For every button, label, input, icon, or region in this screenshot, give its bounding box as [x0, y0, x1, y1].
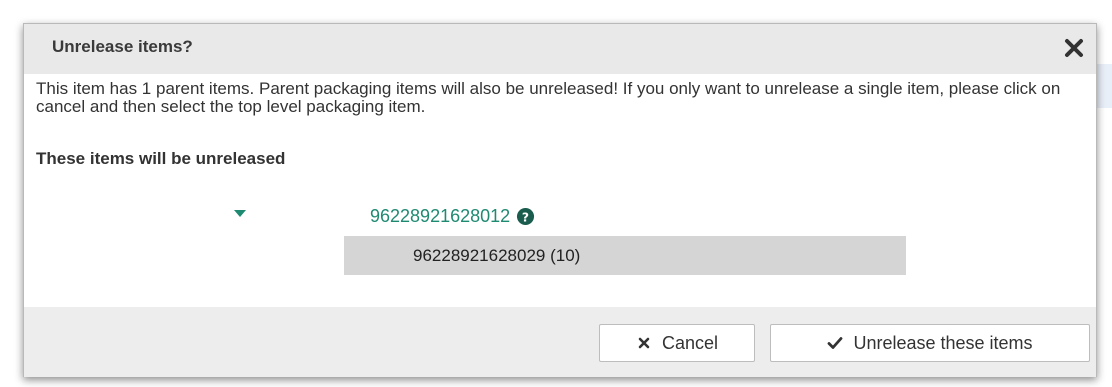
unrelease-button-label: Unrelease these items [853, 332, 1033, 353]
tree-child-item[interactable]: 96228921628029 (10) [344, 236, 906, 275]
question-circle-icon[interactable]: ? [516, 207, 535, 226]
dialog-message: This item has 1 parent items. Parent pac… [36, 79, 1061, 116]
checkmark-icon [828, 337, 843, 349]
unrelease-dialog: Unrelease items? This item has 1 parent … [23, 23, 1097, 377]
dialog-title: Unrelease items? [52, 37, 193, 56]
child-item-label: 96228921628029 (10) [413, 246, 581, 265]
x-icon [638, 337, 650, 349]
dialog-footer: Cancel Unrelease these items [24, 307, 1096, 377]
cancel-button[interactable]: Cancel [599, 324, 755, 362]
cancel-button-label: Cancel [661, 332, 719, 353]
dialog-header: Unrelease items? [24, 24, 1096, 74]
parent-item-link[interactable]: 96228921628012 [370, 206, 510, 227]
section-label: These items will be unreleased [36, 149, 286, 168]
tree-parent-item: 96228921628012 ? [370, 206, 535, 227]
page-background: Unrelease items? This item has 1 parent … [0, 0, 1112, 387]
svg-text:?: ? [522, 210, 529, 224]
unrelease-items-button[interactable]: Unrelease these items [770, 324, 1090, 362]
caret-down-icon[interactable] [233, 209, 247, 219]
close-icon[interactable] [1062, 36, 1086, 60]
